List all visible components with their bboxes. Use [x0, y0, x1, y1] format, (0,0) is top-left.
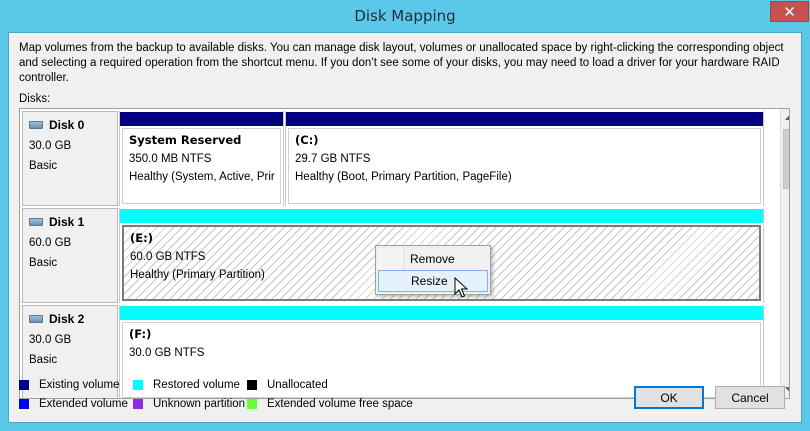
- legend-label: Existing volume: [39, 379, 120, 391]
- legend-label: Extended volume: [39, 398, 128, 410]
- scroll-up-icon[interactable]: [781, 109, 789, 126]
- disk-type: Basic: [29, 160, 58, 172]
- legend-label: Restored volume: [153, 379, 240, 391]
- partition-fs: 29.7 GB NTFS: [295, 153, 371, 165]
- partition-bar: [120, 306, 763, 320]
- legend-label: Unallocated: [267, 379, 328, 391]
- disk-type: Basic: [29, 257, 58, 269]
- disk-info-1[interactable]: Disk 1 60.0 GB Basic: [22, 208, 118, 303]
- disk-size: 60.0 GB: [29, 237, 72, 249]
- legend-swatch: [247, 380, 257, 390]
- legend-swatch: [19, 380, 29, 390]
- legend-label: Extended volume free space: [267, 398, 413, 410]
- partition-bar: [120, 209, 763, 223]
- vertical-scrollbar[interactable]: [780, 109, 789, 398]
- scroll-thumb[interactable]: [783, 129, 789, 189]
- disks-label: Disks:: [19, 93, 51, 105]
- partition-title: System Reserved: [129, 133, 242, 147]
- legend: Existing volume Restored volume Unalloca…: [19, 377, 619, 417]
- disk-row-0[interactable]: Disk 0 30.0 GB Basic System Reserved 350…: [22, 111, 778, 206]
- legend-swatch: [247, 399, 257, 409]
- partition-title: (E:): [130, 231, 153, 245]
- close-button[interactable]: ✕: [770, 1, 809, 22]
- ok-button[interactable]: OK: [634, 386, 704, 409]
- partition-c[interactable]: (C:) 29.7 GB NTFS Healthy (Boot, Primary…: [285, 111, 764, 206]
- dialog-content: Map volumes from the backup to available…: [8, 32, 802, 423]
- disk-name: Disk 1: [49, 215, 85, 229]
- legend-swatch: [19, 399, 29, 409]
- description-text: Map volumes from the backup to available…: [19, 42, 784, 84]
- close-icon: ✕: [783, 2, 796, 21]
- disk-info-0[interactable]: Disk 0 30.0 GB Basic: [22, 111, 118, 206]
- partition-bar: [286, 112, 763, 126]
- legend-extended-volume: Extended volume: [19, 398, 128, 410]
- context-menu: Remove Resize: [375, 245, 491, 295]
- legend-restored-volume: Restored volume: [133, 379, 240, 391]
- disk-size: 30.0 GB: [29, 334, 72, 346]
- context-menu-resize[interactable]: Resize: [378, 270, 488, 292]
- partition-status: Healthy (Boot, Primary Partition, PageFi…: [295, 171, 512, 183]
- title-bar: Disk Mapping ✕: [0, 0, 810, 32]
- mouse-pointer-icon: [454, 277, 469, 298]
- partition-title: (C:): [295, 133, 319, 147]
- disk-size: 30.0 GB: [29, 140, 72, 152]
- context-menu-remove[interactable]: Remove: [378, 248, 488, 270]
- disk-layout-view[interactable]: Disk 0 30.0 GB Basic System Reserved 350…: [19, 108, 790, 399]
- legend-swatch: [133, 380, 143, 390]
- legend-unallocated: Unallocated: [247, 379, 328, 391]
- legend-extended-free-space: Extended volume free space: [247, 398, 413, 410]
- legend-swatch: [133, 399, 143, 409]
- disk-mapping-window: Disk Mapping ✕ Map volumes from the back…: [0, 0, 810, 431]
- legend-existing-volume: Existing volume: [19, 379, 120, 391]
- disk-name: Disk 0: [49, 118, 85, 132]
- disk-name: Disk 2: [49, 312, 85, 326]
- partition-fs: 350.0 MB NTFS: [129, 153, 212, 165]
- partition-bar: [120, 112, 283, 126]
- disk-icon: [29, 218, 43, 226]
- disk-type: Basic: [29, 354, 58, 366]
- partition-fs: 30.0 GB NTFS: [129, 347, 205, 359]
- disk-icon: [29, 315, 43, 323]
- legend-unknown-partition: Unknown partition: [133, 398, 245, 410]
- partition-system-reserved[interactable]: System Reserved 350.0 MB NTFS Healthy (S…: [119, 111, 284, 206]
- window-title: Disk Mapping: [354, 7, 456, 25]
- partition-status: Healthy (System, Active, Prir: [129, 171, 275, 183]
- cancel-button[interactable]: Cancel: [715, 386, 785, 409]
- disk-icon: [29, 121, 43, 129]
- partitions-disk-0: System Reserved 350.0 MB NTFS Healthy (S…: [119, 111, 767, 206]
- legend-label: Unknown partition: [153, 398, 246, 410]
- partition-title: (F:): [129, 327, 152, 341]
